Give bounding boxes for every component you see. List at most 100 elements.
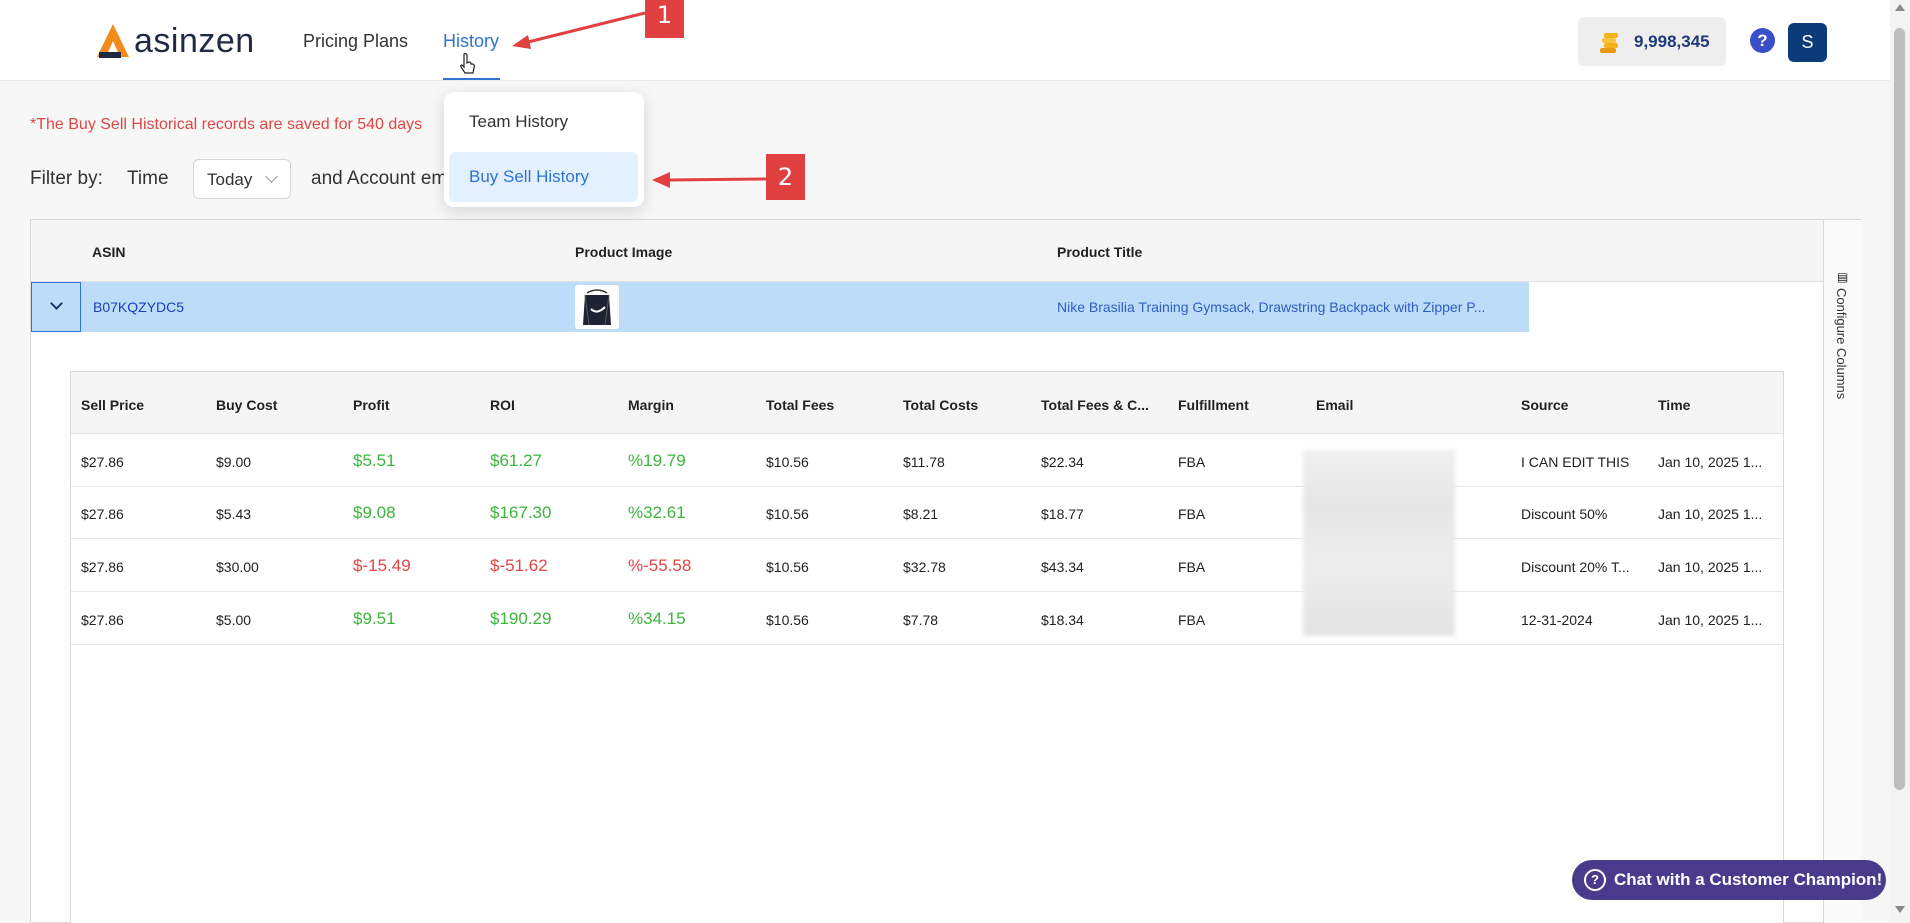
buy-sell-detail-table: Sell Price Buy Cost Profit ROI Margin To… [70, 371, 1784, 923]
configure-columns-label[interactable]: Configure Columns [1834, 288, 1849, 399]
asin-link[interactable]: B07KQZYDC5 [93, 299, 184, 315]
column-header-roi[interactable]: ROI [490, 397, 515, 413]
chevron-down-icon [265, 170, 278, 183]
fulfillment-cell: FBA [1178, 506, 1206, 522]
profit-cell: $9.08 [353, 503, 396, 522]
fulfillment-cell: FBA [1178, 454, 1206, 470]
column-header-product-title[interactable]: Product Title [1057, 244, 1142, 260]
sell-price-cell: $27.86 [81, 506, 124, 522]
question-circle-icon: ? [1584, 869, 1606, 891]
coins-icon [1600, 32, 1618, 53]
credits-balance[interactable]: 9,998,345 [1578, 17, 1726, 66]
top-navigation-bar: asinzen Pricing Plans History 9,998,345 … [0, 0, 1890, 81]
table-row[interactable]: $27.86 $9.00 $5.51 $61.27 %19.79 $10.56 … [71, 435, 1783, 487]
chevron-down-icon [50, 297, 63, 310]
credits-value: 9,998,345 [1634, 31, 1710, 51]
chat-button-label: Chat with a Customer Champion! [1614, 870, 1883, 889]
collapse-row-button[interactable] [31, 282, 81, 332]
total-fees-cell: $10.56 [766, 506, 809, 522]
buy-cost-cell[interactable]: $30.00 [216, 559, 259, 575]
profit-cell: $9.51 [353, 609, 396, 628]
hand-cursor-icon [460, 53, 475, 74]
column-header-total-fees[interactable]: Total Fees [766, 397, 834, 413]
chat-support-button[interactable]: ? Chat with a Customer Champion! [1572, 860, 1886, 900]
retention-notice: *The Buy Sell Historical records are sav… [30, 116, 423, 133]
table-row[interactable]: $27.86 $30.00 $-15.49 $-51.62 %-55.58 $1… [71, 540, 1783, 592]
column-header-asin[interactable]: ASIN [92, 244, 125, 260]
asinzen-logo[interactable]: asinzen [96, 22, 255, 60]
history-dropdown-menu: Team History Buy Sell History [444, 92, 644, 207]
sell-price-cell: $27.86 [81, 454, 124, 470]
annotation-badge-1: 1 [645, 0, 684, 38]
total-costs-cell: $7.78 [903, 612, 939, 628]
scroll-up-arrow-icon[interactable] [1895, 4, 1905, 11]
table-row[interactable]: B07KQZYDC5 Nike Brasilia Training Gymsac… [31, 282, 1529, 332]
time-cell: Jan 10, 2025 1... [1658, 612, 1763, 628]
user-avatar[interactable]: S [1788, 23, 1827, 62]
sell-price-cell: $27.86 [81, 559, 124, 575]
product-title-link[interactable]: Nike Brasilia Training Gymsack, Drawstri… [1057, 299, 1485, 315]
table-header: ASIN Product Image Product Title [31, 220, 1823, 282]
column-header-total-fees-costs[interactable]: Total Fees & C... [1041, 397, 1149, 413]
annotation-badge-2: 2 [766, 154, 805, 200]
total-costs-cell: $11.78 [903, 454, 945, 470]
column-header-time[interactable]: Time [1658, 397, 1690, 413]
filter-time-label: Time [127, 168, 169, 189]
page-scrollbar[interactable] [1890, 0, 1910, 923]
column-header-source[interactable]: Source [1521, 397, 1568, 413]
logo-text: asinzen [134, 22, 255, 60]
margin-cell: %34.15 [628, 609, 686, 628]
scroll-thumb[interactable] [1894, 28, 1905, 790]
help-icon[interactable]: ? [1750, 28, 1775, 53]
fulfillment-cell: FBA [1178, 559, 1206, 575]
product-image[interactable] [575, 285, 619, 329]
buy-cost-cell[interactable]: $5.43 [216, 506, 251, 522]
margin-cell: %19.79 [628, 451, 686, 470]
filter-label: Filter by: [30, 168, 103, 189]
roi-cell: $167.30 [490, 503, 552, 522]
columns-icon: ▤ [1837, 270, 1849, 284]
column-header-profit[interactable]: Profit [353, 397, 390, 413]
column-header-email[interactable]: Email [1316, 397, 1353, 413]
table-row[interactable]: $27.86 $5.00 $9.51 $190.29 %34.15 $10.56… [71, 593, 1783, 645]
margin-cell: %-55.58 [628, 556, 692, 575]
configure-columns-panel[interactable]: ▤ Configure Columns [1823, 220, 1861, 923]
filter-account-label: and Account email [311, 168, 467, 189]
scroll-down-arrow-icon[interactable] [1895, 906, 1905, 913]
profit-cell: $-15.49 [353, 556, 411, 575]
time-cell: Jan 10, 2025 1... [1658, 559, 1763, 575]
menu-item-team-history[interactable]: Team History [449, 97, 638, 147]
total-fees-cell: $10.56 [766, 559, 809, 575]
column-header-product-image[interactable]: Product Image [575, 244, 672, 260]
menu-item-buy-sell-history[interactable]: Buy Sell History [449, 152, 638, 202]
column-header-total-costs[interactable]: Total Costs [903, 397, 978, 413]
email-cells-redacted [1303, 450, 1455, 636]
source-cell[interactable]: 12-31-2024 [1521, 612, 1593, 628]
column-header-margin[interactable]: Margin [628, 397, 674, 413]
roi-cell: $190.29 [490, 609, 552, 628]
buy-cost-cell[interactable]: $9.00 [216, 454, 251, 470]
history-table: ASIN Product Image Product Title B07KQZY… [30, 219, 1861, 923]
column-header-fulfillment[interactable]: Fulfillment [1178, 397, 1249, 413]
table-row[interactable]: $27.86 $5.43 $9.08 $167.30 %32.61 $10.56… [71, 487, 1783, 539]
time-select-value: Today [207, 170, 253, 189]
source-cell[interactable]: I CAN EDIT THIS [1521, 454, 1629, 470]
column-header-buy-cost[interactable]: Buy Cost [216, 397, 277, 413]
time-cell: Jan 10, 2025 1... [1658, 454, 1763, 470]
logo-icon [97, 24, 129, 58]
total-fees-costs-cell: $22.34 [1041, 454, 1084, 470]
gymsack-thumbnail [583, 289, 611, 326]
total-fees-cell: $10.56 [766, 612, 809, 628]
annotation-arrow-2 [652, 172, 767, 188]
total-fees-cell: $10.56 [766, 454, 809, 470]
time-cell: Jan 10, 2025 1... [1658, 506, 1763, 522]
time-select[interactable]: Today [193, 159, 291, 199]
nav-pricing-plans[interactable]: Pricing Plans [303, 31, 408, 52]
nav-history[interactable]: History [443, 31, 499, 52]
source-cell[interactable]: Discount 50% [1521, 506, 1607, 522]
total-costs-cell: $32.78 [903, 559, 946, 575]
column-header-sell-price[interactable]: Sell Price [81, 397, 144, 413]
total-fees-costs-cell: $43.34 [1041, 559, 1084, 575]
source-cell[interactable]: Discount 20% T... [1521, 559, 1630, 575]
buy-cost-cell[interactable]: $5.00 [216, 612, 251, 628]
